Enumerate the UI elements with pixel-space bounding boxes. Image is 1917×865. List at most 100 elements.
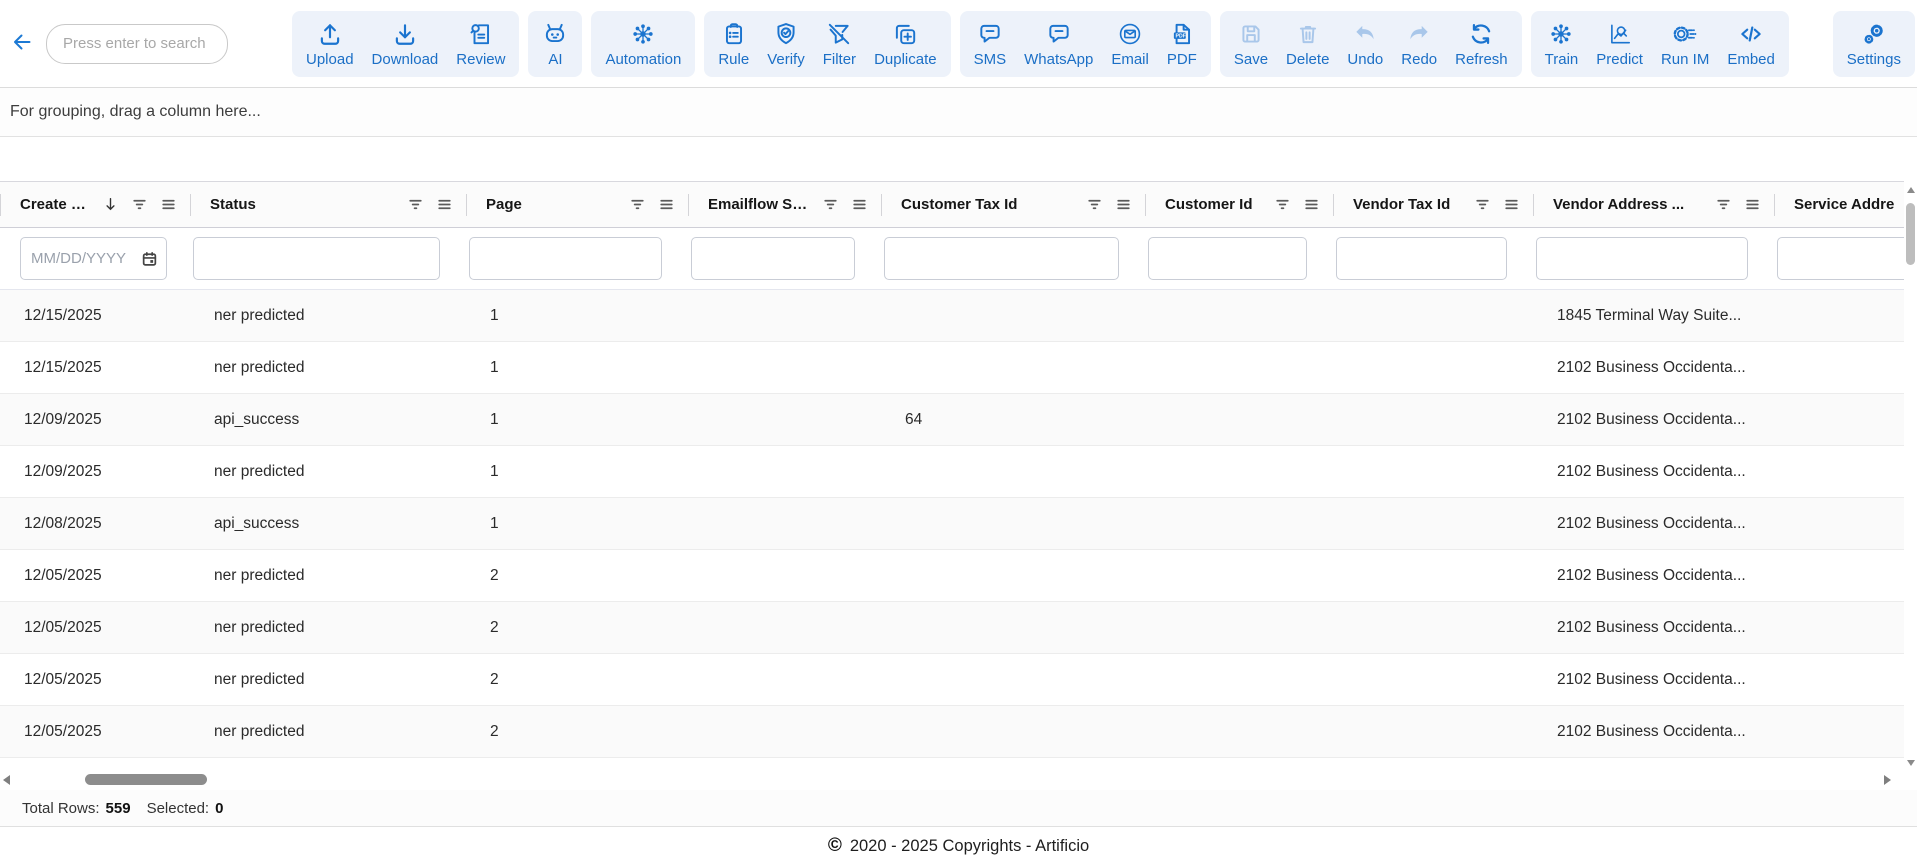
review-button[interactable]: Review [448, 16, 513, 72]
column-menu-icon[interactable] [1744, 196, 1761, 213]
column-filter-icon[interactable] [131, 196, 148, 213]
back-button[interactable] [10, 30, 34, 57]
selected-value: 0 [215, 800, 223, 817]
upload-button[interactable]: Upload [298, 16, 362, 72]
table-row[interactable]: 12/09/2025api_success1642102 Business Oc… [0, 394, 1905, 446]
table-row[interactable]: 12/05/2025ner predicted22102 Business Oc… [0, 550, 1905, 602]
filter-input-customer-tax-id[interactable] [884, 237, 1119, 280]
table-row[interactable]: 12/09/2025ner predicted12102 Business Oc… [0, 446, 1905, 498]
save-button[interactable]: Save [1226, 16, 1276, 72]
table-row[interactable]: 12/05/2025ner predicted22102 Business Oc… [0, 706, 1905, 758]
duplicate-button[interactable]: Duplicate [866, 16, 945, 72]
column-header-vendor-tax-id[interactable]: Vendor Tax Id [1333, 182, 1533, 227]
delete-button[interactable]: Delete [1278, 16, 1337, 72]
column-menu-icon[interactable] [1503, 196, 1520, 213]
run-im-button[interactable]: Run IM [1653, 16, 1717, 72]
column-menu-icon[interactable] [1115, 196, 1132, 213]
filter-input-customer-id[interactable] [1148, 237, 1307, 280]
filter-input-emailflow-status[interactable] [691, 237, 855, 280]
column-filter-icon[interactable] [629, 196, 646, 213]
cell-emailflow-status [688, 290, 881, 341]
filter-input-status[interactable] [193, 237, 440, 280]
column-header-status[interactable]: Status [190, 182, 466, 227]
column-header-customer-id[interactable]: Customer Id [1145, 182, 1333, 227]
verify-button[interactable]: Verify [759, 16, 813, 72]
cell-page: 2 [466, 602, 688, 653]
filter-cell-vendor-address [1533, 237, 1774, 280]
column-label: Customer Id [1165, 196, 1262, 213]
table-row[interactable]: 12/08/2025api_success12102 Business Occi… [0, 498, 1905, 550]
column-filter-icon[interactable] [1086, 196, 1103, 213]
automation-button[interactable]: Automation [597, 16, 689, 72]
column-separator [1774, 194, 1775, 216]
grid-spacer [0, 137, 1917, 181]
column-menu-icon[interactable] [658, 196, 675, 213]
vertical-scroll-thumb[interactable] [1906, 203, 1915, 265]
calendar-icon[interactable] [141, 250, 158, 267]
predict-button[interactable]: Predict [1588, 16, 1651, 72]
sort-desc-icon[interactable] [102, 196, 119, 213]
table-row[interactable]: 12/05/2025ner predicted22102 Business Oc… [0, 758, 1905, 770]
cell-customer-id [1145, 758, 1333, 770]
pdf-button[interactable]: PDFPDF [1159, 16, 1205, 72]
table-row[interactable]: 12/15/2025ner predicted11845 Terminal Wa… [0, 290, 1905, 342]
undo-button[interactable]: Undo [1339, 16, 1391, 72]
embed-button[interactable]: Embed [1719, 16, 1783, 72]
train-button[interactable]: Train [1537, 16, 1587, 72]
column-filter-icon[interactable] [1715, 196, 1732, 213]
table-row[interactable]: 12/05/2025ner predicted22102 Business Oc… [0, 654, 1905, 706]
cell-customer-tax-id [881, 758, 1145, 770]
scroll-right-arrow-icon[interactable] [1884, 775, 1891, 785]
column-menu-icon[interactable] [436, 196, 453, 213]
filter-input-page[interactable] [469, 237, 662, 280]
sms-button[interactable]: SMS [966, 16, 1015, 72]
refresh-button[interactable]: Refresh [1447, 16, 1516, 72]
column-filter-icon[interactable] [407, 196, 424, 213]
column-filter-icon[interactable] [1274, 196, 1291, 213]
footer: © 2020 - 2025 Copyrights - Artificio [0, 827, 1917, 865]
table-row[interactable]: 12/05/2025ner predicted22102 Business Oc… [0, 602, 1905, 654]
ai-button[interactable]: AI [534, 16, 576, 72]
column-menu-icon[interactable] [851, 196, 868, 213]
total-rows-value: 559 [106, 800, 131, 817]
column-filter-icon[interactable] [1474, 196, 1491, 213]
undo-icon [1352, 20, 1378, 48]
column-filter-icon[interactable] [822, 196, 839, 213]
filter-cell-status [190, 237, 466, 280]
table-row[interactable]: 12/15/2025ner predicted12102 Business Oc… [0, 342, 1905, 394]
column-header-emailflow-status[interactable]: Emailflow Status [688, 182, 881, 227]
vertical-scrollbar[interactable] [1904, 181, 1917, 770]
filter-button[interactable]: Filter [815, 16, 864, 72]
horizontal-scroll-thumb[interactable] [85, 774, 207, 785]
cell-customer-id [1145, 394, 1333, 445]
scroll-left-arrow-icon[interactable] [3, 775, 10, 785]
settings-button[interactable]: Settings [1839, 16, 1909, 72]
column-header-vendor-address[interactable]: Vendor Address ... [1533, 182, 1774, 227]
column-header-service-addre[interactable]: Service Addre [1774, 182, 1905, 227]
rule-icon [721, 20, 747, 48]
cell-create-date: 12/05/2025 [0, 758, 190, 770]
redo-button[interactable]: Redo [1393, 16, 1445, 72]
whatsapp-button[interactable]: WhatsApp [1016, 16, 1101, 72]
cell-service-addre [1774, 290, 1905, 341]
filter-input-service-addre[interactable] [1777, 237, 1905, 280]
horizontal-scrollbar[interactable] [0, 770, 1917, 790]
search-input[interactable] [46, 24, 228, 64]
column-header-create-date[interactable]: Create Date [0, 182, 190, 227]
cell-emailflow-status [688, 498, 881, 549]
column-menu-icon[interactable] [1303, 196, 1320, 213]
column-menu-icon[interactable] [160, 196, 177, 213]
bubble-icon [977, 20, 1003, 48]
scroll-down-arrow-icon[interactable] [1907, 760, 1915, 766]
cell-customer-id [1145, 342, 1333, 393]
scroll-up-arrow-icon[interactable] [1907, 187, 1915, 193]
download-button[interactable]: Download [364, 16, 447, 72]
cell-vendor-address: 2102 Business Occidenta... [1533, 342, 1774, 393]
rule-button[interactable]: Rule [710, 16, 757, 72]
email-button[interactable]: Email [1103, 16, 1157, 72]
column-header-page[interactable]: Page [466, 182, 688, 227]
column-header-customer-tax-id[interactable]: Customer Tax Id [881, 182, 1145, 227]
filter-input-vendor-tax-id[interactable] [1336, 237, 1507, 280]
filter-input-vendor-address[interactable] [1536, 237, 1748, 280]
cell-vendor-address: 2102 Business Occidenta... [1533, 446, 1774, 497]
